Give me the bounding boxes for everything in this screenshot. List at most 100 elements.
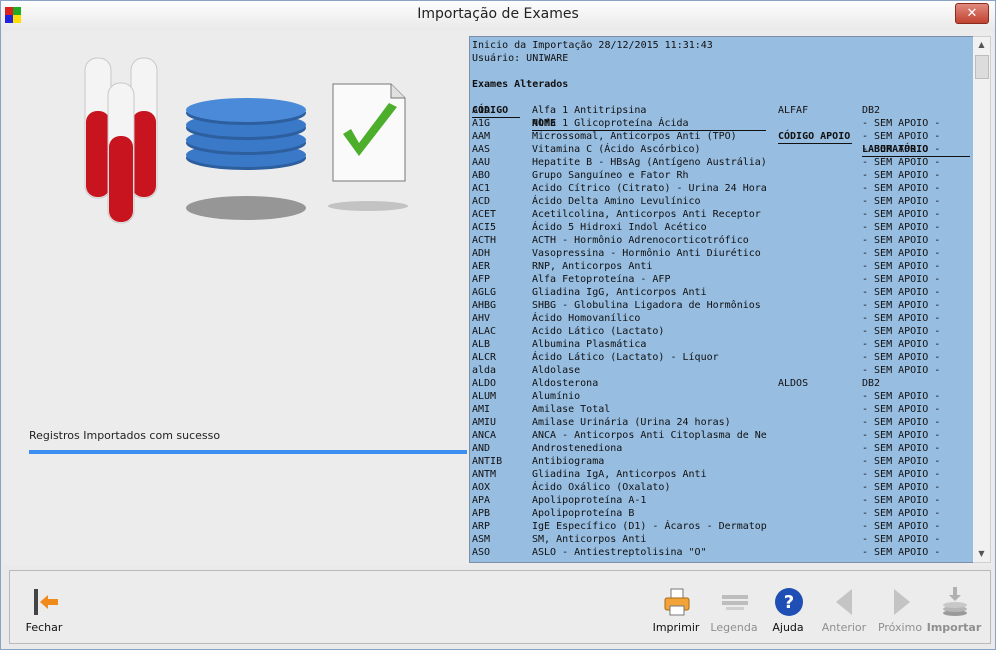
row-codigo: ALCR — [472, 352, 497, 363]
row-codigo: AGLG — [472, 287, 497, 298]
table-row: A1A Alfa 1 Antitripsina ALFAF DB2 — [470, 104, 970, 117]
row-nome: ASLO - Antiestreptolisina "O" — [532, 547, 707, 558]
legenda-button[interactable]: Legenda — [706, 587, 762, 637]
table-row: AAS Vitamina C (Ácido Ascórbico) - SEM APO… — [470, 143, 970, 156]
title-bar: Importação de Exames ✕ — [1, 1, 995, 30]
row-laboratorio: - SEM APOIO - — [862, 131, 941, 142]
table-row: A1G Alfa 1 Glicoproteína Ácida - SEM APOIO… — [470, 117, 970, 130]
exit-door-icon — [34, 589, 58, 615]
row-nome: SHBG - Globulina Ligadora de Hormônios — [532, 300, 761, 311]
row-codigo: ASM — [472, 534, 491, 545]
table-row: AAU Hepatite B - HBsAg (Antígeno Austráli… — [470, 156, 970, 169]
row-laboratorio: - SEM APOIO - — [862, 391, 941, 402]
row-laboratorio: - SEM APOIO - — [862, 443, 941, 454]
close-button[interactable]: ✕ — [955, 3, 989, 24]
row-codigo: ABO — [472, 170, 491, 181]
import-log[interactable]: Inicio da Importação 28/12/2015 11:31:43… — [469, 36, 975, 563]
row-nome: SM, Anticorpos Anti — [532, 534, 647, 545]
table-row: ANTIB Antibiograma - SEM APOIO - — [470, 455, 970, 468]
scroll-up-icon[interactable]: ▲ — [973, 37, 990, 53]
importar-button[interactable]: Importar — [926, 587, 982, 637]
row-codigo: AMI — [472, 404, 491, 415]
row-laboratorio: - SEM APOIO - — [862, 456, 941, 467]
imprimir-button[interactable]: Imprimir — [648, 587, 704, 637]
log-scrollbar[interactable]: ▲ ▼ — [973, 36, 991, 563]
bottom-toolbar: Fechar Imprimir Legenda ? Ajuda Anterior… — [9, 570, 991, 644]
row-laboratorio: - SEM APOIO - — [862, 313, 941, 324]
ajuda-button[interactable]: ? Ajuda — [760, 587, 816, 637]
row-laboratorio: - SEM APOIO - — [862, 235, 941, 246]
row-codigo: ADH — [472, 248, 491, 259]
row-nome: Gliadina IgA, Anticorpos Anti — [532, 469, 707, 480]
row-codigo: AMIU — [472, 417, 497, 428]
row-nome: Ácido 5 Hidroxi Indol Acético — [532, 222, 707, 233]
table-row: APA Apolipoproteína A-1 - SEM APOIO - — [470, 494, 970, 507]
scroll-down-icon[interactable]: ▼ — [973, 546, 990, 562]
fechar-button[interactable]: Fechar — [16, 587, 72, 637]
row-nome: RNP, Anticorpos Anti — [532, 261, 653, 272]
row-nome: Vitamina C (Ácido Ascórbico) — [532, 144, 701, 155]
row-nome: ACTH - Hormônio Adrenocorticotrófico — [532, 235, 749, 246]
table-row: ALDO Aldosterona ALDOS DB2 — [470, 377, 970, 390]
row-laboratorio: - SEM APOIO - — [862, 430, 941, 441]
database-icon — [186, 98, 306, 220]
row-nome: Alfa Fetoproteína - AFP — [532, 274, 671, 285]
table-row: AHV Ácido Homovanílico - SEM APOIO - — [470, 312, 970, 325]
row-codigo: ACTH — [472, 235, 497, 246]
row-nome: Ácido Oxálico (Oxalato) — [532, 482, 671, 493]
row-nome: Apolipoproteína A-1 — [532, 495, 647, 506]
row-laboratorio: DB2 — [862, 378, 881, 389]
row-codigo: AAM — [472, 131, 491, 142]
log-column-header: CÓDIGO NOME CÓDIGO APOIO LABORATÓRIO — [470, 91, 970, 157]
row-nome: Amilase Urinária (Urina 24 horas) — [532, 417, 731, 428]
table-row: APB Apolipoproteína B - SEM APOIO - — [470, 507, 970, 520]
row-laboratorio: - SEM APOIO - — [862, 222, 941, 233]
row-nome: Ácido Delta Amino Levulínico — [532, 196, 701, 207]
table-row: ALCR Ácido Lático (Lactato) - Líquor - SEM… — [470, 351, 970, 364]
scroll-thumb[interactable] — [975, 55, 989, 79]
row-laboratorio: - SEM APOIO - — [862, 287, 941, 298]
row-laboratorio: - SEM APOIO - — [862, 339, 941, 350]
table-row: ANCA ANCA - Anticorpos Anti Citoplasma de… — [470, 429, 970, 442]
import-illustration — [84, 57, 408, 224]
row-codigo: ANTM — [472, 469, 497, 480]
svg-text:?: ? — [784, 592, 794, 613]
table-row: AGLG Gliadina IgG, Anticorpos Anti - SEM A… — [470, 286, 970, 299]
table-row: ACET Acetilcolina, Anticorpos Anti Recept… — [470, 208, 970, 221]
row-laboratorio: - SEM APOIO - — [862, 183, 941, 194]
anterior-button[interactable]: Anterior — [816, 587, 872, 637]
table-row: ADH Vasopressina - Hormônio Anti Diurétic… — [470, 247, 970, 260]
row-laboratorio: - SEM APOIO - — [862, 534, 941, 545]
row-nome: Apolipoproteína B — [532, 508, 635, 519]
main-window: Importação de Exames ✕ Registros Importa… — [0, 0, 996, 650]
table-row: AOX Ácido Oxálico (Oxalato) - SEM APOIO - — [470, 481, 970, 494]
row-codigo: A1G — [472, 118, 491, 129]
table-row: ANTM Gliadina IgA, Anticorpos Anti - SEM A… — [470, 468, 970, 481]
row-nome: Grupo Sanguíneo e Fator Rh — [532, 170, 689, 181]
row-laboratorio: - SEM APOIO - — [862, 365, 941, 376]
row-codigo: AAU — [472, 157, 491, 168]
legend-icon — [722, 595, 748, 610]
row-nome: Acetilcolina, Anticorpos Anti Receptor — [532, 209, 761, 220]
row-laboratorio: - SEM APOIO - — [862, 482, 941, 493]
table-row: ASM SM, Anticorpos Anti - SEM APOIO - — [470, 533, 970, 546]
progress-bar — [29, 450, 467, 454]
printer-icon — [664, 588, 690, 616]
row-nome: Alumínio — [532, 391, 581, 402]
row-laboratorio: - SEM APOIO - — [862, 326, 941, 337]
row-laboratorio: - SEM APOIO - — [862, 417, 941, 428]
row-nome: Alfa 1 Glicoproteína Ácida — [532, 118, 689, 129]
row-nome: IgE Específico (D1) - Ácaros - Dermatop — [532, 521, 767, 532]
table-row: AMI Amilase Total - SEM APOIO - — [470, 403, 970, 416]
proximo-button[interactable]: Próximo — [872, 587, 928, 637]
table-row: ASO ASLO - Antiestreptolisina "O" - SEM AP… — [470, 546, 970, 559]
row-codigo: ANTIB — [472, 456, 503, 467]
row-nome: Androstenediona — [532, 443, 623, 454]
row-codigo: AND — [472, 443, 491, 454]
row-codigo: AFP — [472, 274, 491, 285]
row-laboratorio: - SEM APOIO - — [862, 170, 941, 181]
table-row: ALUM Alumínio - SEM APOIO - — [470, 390, 970, 403]
row-laboratorio: - SEM APOIO - — [862, 209, 941, 220]
row-nome: Aldolase — [532, 365, 581, 376]
row-nome: ANCA - Anticorpos Anti Citoplasma de Ne — [532, 430, 767, 441]
